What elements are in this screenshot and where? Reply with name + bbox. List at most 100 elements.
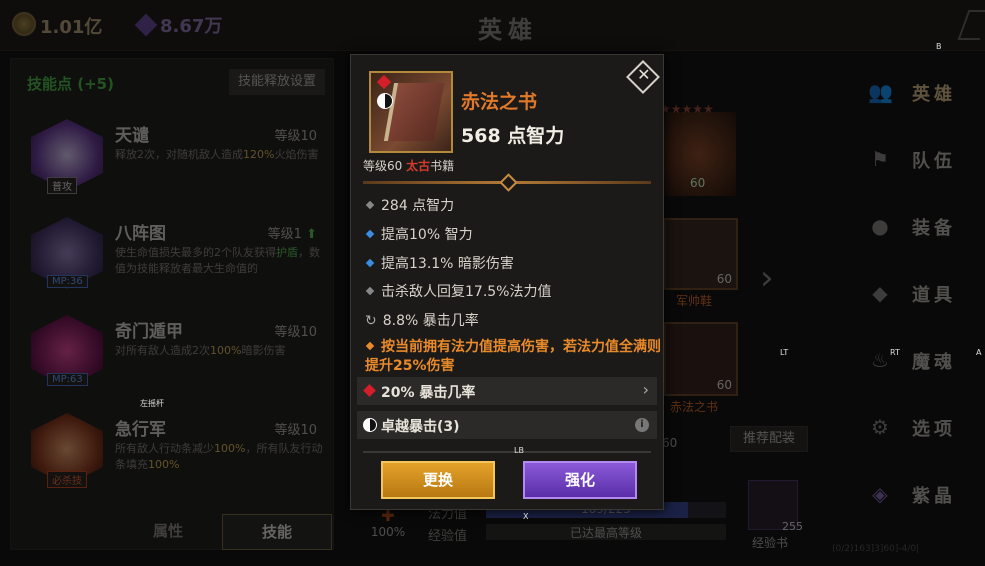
skill-level: 等级10 <box>274 325 317 340</box>
exp-book-slot[interactable]: 255 <box>748 480 803 533</box>
exp-label: 经验值 <box>428 529 468 544</box>
slot-level: 60 <box>716 378 732 392</box>
gem-currency: 8.67万 <box>134 12 222 38</box>
recommend-button[interactable]: 推荐配装 <box>730 426 808 452</box>
boots-label: 军帅鞋 <box>676 294 713 308</box>
skill-name: 天谴 <box>115 126 149 146</box>
bullet-icon <box>365 341 375 351</box>
bullet-icon <box>365 200 375 210</box>
enhance-button[interactable]: 强化 <box>523 461 637 499</box>
nav-team[interactable]: ⚑ 队伍 <box>850 139 976 179</box>
skill-name: 奇门遁甲 <box>115 322 183 342</box>
nav-hero[interactable]: 👥 英雄 <box>850 72 976 112</box>
skill-card[interactable]: MP:36 八阵图 等级1 ⬆ 使生命值损失最多的2个队友获得护盾，数值为技能释… <box>21 211 327 297</box>
people-icon: 👥 <box>868 80 893 104</box>
gold-currency: 1.01亿 <box>12 12 102 39</box>
exp-bar: 已达最高等级 <box>486 524 726 540</box>
percent-indicator: ✚ 100% <box>368 506 408 539</box>
status-text: (0/2)163]3]60]-4/0| <box>832 544 920 554</box>
attr-line: 提高13.1% 暗影伤害 <box>365 253 514 273</box>
skill-level: 等级10 <box>274 129 317 144</box>
item-level: 等级60 太古书籍 <box>363 159 455 173</box>
hint-b: B <box>936 42 942 51</box>
hero-level: 60 <box>690 176 706 190</box>
panel-tabs: 属性 技能 <box>10 514 332 550</box>
attr-line: 提高10% 智力 <box>365 224 473 244</box>
info-icon[interactable]: i <box>635 418 649 432</box>
chevron-right-icon[interactable]: › <box>643 380 649 399</box>
skill-card[interactable]: 必杀技 急行军 等级10 所有敌人行动条减少100%，所有队友行动条填充100% <box>21 407 327 493</box>
close-icon: ✕ <box>637 64 651 84</box>
reroll-icon: ↻ <box>365 313 377 329</box>
small-level: 60 <box>662 436 678 450</box>
skill-level: 等级10 <box>274 423 317 438</box>
nav-amethyst[interactable]: ◈ 紫晶 <box>850 474 976 514</box>
ruby-gem-icon <box>376 74 392 90</box>
skill-tag: MP:63 <box>47 373 88 386</box>
skill-desc: 所有敌人行动条减少100%，所有队友行动条填充100% <box>115 442 323 471</box>
helmet-icon: ● <box>871 214 889 238</box>
hint-stick: 左摇杆 <box>140 399 164 408</box>
amethyst-icon <box>134 13 158 37</box>
taiji-icon <box>377 93 393 109</box>
ruby-gem-icon <box>363 384 376 397</box>
flag-icon: ⚑ <box>871 147 889 171</box>
gear-icon: ⚙ <box>871 415 889 439</box>
replace-button[interactable]: 更换 <box>381 461 495 499</box>
next-arrow-icon[interactable]: › <box>760 258 774 298</box>
attr-line: ↻ 8.8% 暴击几率 <box>365 313 479 329</box>
skills-panel: 技能点 (+5) 技能释放设置 普攻 天谴 等级10 释放2次，对随机敌人造成1… <box>10 58 334 550</box>
hint-lb: LB <box>514 446 524 455</box>
percent-text: 100% <box>370 525 406 539</box>
nav-items[interactable]: ◆ 道具 <box>850 273 976 313</box>
top-bar: 1.01亿 8.67万 英雄 <box>0 0 985 51</box>
exp-count: 255 <box>782 520 803 533</box>
bullet-icon <box>365 286 375 296</box>
divider <box>363 451 651 453</box>
skill-desc: 对所有敌人造成2次100%暗影伤害 <box>115 344 286 357</box>
tab-attributes[interactable]: 属性 <box>114 514 222 548</box>
coin-icon <box>12 12 36 36</box>
skill-name: 急行军 <box>115 420 166 440</box>
bag-icon: ◆ <box>872 281 888 305</box>
close-button[interactable]: ✕ <box>626 60 660 94</box>
taiji-icon <box>363 418 377 432</box>
gem-socket-row[interactable]: 20% 暴击几率 › <box>357 377 657 405</box>
hint-rt: RT <box>890 348 900 357</box>
exp-value: 已达最高等级 <box>569 526 642 540</box>
slot-level: 60 <box>716 272 732 286</box>
page-title: 英雄 <box>478 16 538 44</box>
upgrade-arrow-icon[interactable]: ⬆ <box>306 227 317 242</box>
item-name: 赤法之书 <box>461 91 538 113</box>
equip-slot-book[interactable]: 60 <box>664 322 738 396</box>
back-icon[interactable] <box>957 10 985 40</box>
skill-tag: MP:36 <box>47 275 88 288</box>
book-icon <box>383 83 445 141</box>
nav-options[interactable]: ⚙ 选项 <box>850 407 976 447</box>
attr-line: 击杀敌人回复17.5%法力值 <box>365 281 551 301</box>
skill-card[interactable]: MP:63 奇门遁甲 等级10 对所有敌人造成2次100%暗影伤害 <box>21 309 327 395</box>
skill-desc: 使生命值损失最多的2个队友获得护盾，数值为技能释放者最大生命值的 <box>115 246 320 275</box>
hint-lt: LT <box>780 348 789 357</box>
tab-skills[interactable]: 技能 <box>222 514 332 550</box>
item-main-stat: 568 点智力 <box>461 125 565 147</box>
hero-portrait: ★★★★★ 60 <box>660 102 736 196</box>
hint-x: X <box>523 512 529 521</box>
nav-equipment[interactable]: ● 装备 <box>850 206 976 246</box>
skill-card[interactable]: 普攻 天谴 等级10 释放2次，对随机敌人造成120%火焰伤害 <box>21 113 327 199</box>
exp-book-label: 经验书 <box>752 536 789 550</box>
attr-line: 284 点智力 <box>365 195 454 215</box>
equip-slot-boots[interactable]: 60 <box>664 218 738 290</box>
cast-settings-button[interactable]: 技能释放设置 <box>229 69 325 95</box>
nav-soul[interactable]: ♨ 魔魂 <box>850 340 976 380</box>
amethyst-icon: ◈ <box>872 482 888 506</box>
bullet-icon <box>365 258 375 268</box>
skill-tag: 普攻 <box>47 177 77 194</box>
special-effect: 按当前拥有法力值提高伤害，若法力值全满则提升25%伤害 <box>365 339 661 374</box>
skill-name: 八阵图 <box>115 224 166 244</box>
hint-a: A <box>976 348 982 357</box>
taiji-socket-row[interactable]: 卓越暴击(3) i <box>357 411 657 439</box>
flame-icon: ♨ <box>871 348 889 372</box>
skill-points: 技能点 (+5) <box>27 75 114 93</box>
bullet-icon <box>365 229 375 239</box>
